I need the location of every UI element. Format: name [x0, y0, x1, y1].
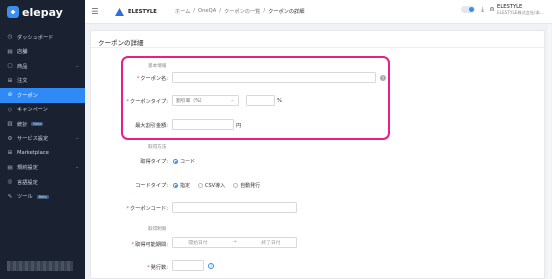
sidebar-item-6[interactable]: ▥ 統計 Beta: [0, 117, 85, 132]
sidebar: elepay ◷ ダッシュボード ▤ 店舗 ▢ 商品 ⌄ ⊞ 注文 ⊘ クーポン ◇ キャンペーン ▥ 統計…: [0, 0, 85, 279]
box-icon: ▢: [7, 63, 13, 70]
code-type-label: コードタイプ:: [135, 183, 168, 189]
period-range-picker[interactable]: 開始日付 → 終了日付: [172, 237, 297, 248]
store-icon: ▤: [7, 48, 13, 55]
acquire-method-heading: 取得方法: [148, 145, 167, 150]
sidebar-item-label: 言語設定: [17, 179, 38, 186]
code-type-auto-radio[interactable]: 自動発行: [233, 182, 260, 189]
sidebar-item-4[interactable]: ⊘ クーポン: [0, 88, 85, 103]
chevron-down-icon: ⌄: [75, 63, 79, 69]
breadcrumb-item[interactable]: ホーム: [175, 8, 190, 15]
wrench-icon: ✎: [7, 193, 13, 200]
sidebar-item-9[interactable]: ▤ 規約設定 ⌄: [0, 161, 85, 176]
issue-count-input[interactable]: [172, 260, 204, 271]
sidebar-item-label: クーポン: [17, 92, 38, 99]
radio-label: 自動発行: [240, 183, 261, 189]
grid-icon: ⊞: [7, 150, 13, 157]
user-menu[interactable]: ⍝ ELESTYLE ELESTYLE株式会社(本...: [490, 4, 544, 15]
elestyle-logo-icon: [115, 7, 124, 16]
beta-badge: Beta: [31, 122, 44, 127]
blurred-footer: [7, 261, 73, 271]
user-company: ELESTYLE株式会社(本...: [497, 10, 544, 15]
coupon-code-label: *クーポンコード:: [126, 206, 168, 212]
breadcrumb-item[interactable]: OneQA: [198, 8, 216, 15]
sidebar-item-7[interactable]: ⚙ サービス設定 ⌄: [0, 132, 85, 147]
radio-dot: [173, 159, 178, 164]
brand-logo[interactable]: elepay: [0, 0, 85, 24]
sidebar-item-label: 規約設定: [17, 165, 38, 172]
acquire-type-code-radio[interactable]: コード: [173, 158, 195, 165]
sidebar-item-label: Marketplace: [17, 150, 49, 157]
theme-toggle[interactable]: [461, 6, 476, 13]
cart-icon: ⊞: [7, 77, 13, 84]
sidebar-item-label: 商品: [17, 63, 28, 70]
sidebar-item-label: 注文: [17, 78, 28, 85]
radio-dot: [198, 183, 204, 188]
doc-icon: ▤: [7, 164, 13, 171]
radio-label: コード: [180, 159, 196, 165]
radio-dot: [233, 183, 239, 188]
globe-icon: ◎: [7, 179, 13, 186]
scrollbar[interactable]: [548, 24, 551, 279]
coupon-icon: ⊘: [7, 92, 13, 99]
radio-label: 指定: [180, 183, 191, 189]
brand-name: elepay: [22, 5, 63, 19]
sidebar-item-10[interactable]: ◎ 言語設定: [0, 175, 85, 190]
period-label: *取得可能期間:: [131, 242, 168, 248]
sidebar-nav: ◷ ダッシュボード ▤ 店舗 ▢ 商品 ⌄ ⊞ 注文 ⊘ クーポン ◇ キャンペーン ▥ 統計 Beta ⚙ サー…: [0, 30, 85, 204]
breadcrumb-separator: /: [219, 8, 221, 14]
sidebar-item-2[interactable]: ▢ 商品 ⌄: [0, 59, 85, 74]
start-date-placeholder[interactable]: 開始日付: [188, 239, 207, 246]
topbar-actions: ⤓ ⍝ ELESTYLE ELESTYLE株式会社(本...: [461, 4, 544, 15]
radio-label: CSV導入: [205, 183, 226, 189]
highlight-box: [121, 56, 390, 140]
page-title: クーポンの詳細: [91, 31, 544, 48]
tag-icon: ◇: [7, 106, 13, 113]
sidebar-item-label: キャンペーン: [17, 107, 48, 114]
sidebar-item-0[interactable]: ◷ ダッシュボード: [0, 30, 85, 45]
clock-icon: ◷: [7, 34, 13, 41]
breadcrumb-item[interactable]: クーポンの一覧: [224, 8, 260, 15]
end-date-placeholder[interactable]: 終了日付: [261, 239, 280, 246]
sidebar-item-label: 店舗: [17, 49, 28, 56]
chevron-down-icon: ⌄: [75, 165, 79, 171]
chevron-down-icon: ⌄: [75, 136, 79, 142]
sidebar-item-1[interactable]: ▤ 店舗: [0, 45, 85, 60]
sidebar-item-11[interactable]: ✎ ツール Beta: [0, 190, 85, 205]
sidebar-item-label: サービス設定: [17, 136, 49, 143]
issue-count-label: *発行数:: [147, 265, 168, 271]
coupon-code-input[interactable]: [172, 202, 297, 213]
sidebar-item-8[interactable]: ⊞ Marketplace: [0, 146, 85, 161]
acquire-type-label: 取得タイプ:: [140, 159, 168, 165]
acquire-type-radio-group: コード: [173, 158, 195, 165]
code-type-csv-radio[interactable]: CSV導入: [198, 182, 225, 189]
radio-dot: [173, 183, 178, 188]
breadcrumb-item: クーポンの詳細: [268, 9, 305, 15]
user-icon: ⍝: [489, 5, 495, 13]
code-type-fixed-radio[interactable]: 指定: [173, 182, 190, 189]
sidebar-item-label: 統計: [17, 121, 28, 128]
info-icon[interactable]: ?: [208, 263, 214, 269]
breadcrumb-separator: /: [263, 8, 266, 14]
sidebar-item-3[interactable]: ⊞ 注文: [0, 74, 85, 89]
range-arrow: →: [232, 240, 237, 245]
download-icon[interactable]: ⤓: [481, 6, 484, 14]
top-brand: ELESTYLE: [128, 8, 157, 15]
sidebar-item-label: ダッシュボード: [17, 34, 54, 41]
breadcrumb-separator: /: [193, 8, 196, 14]
topbar: ☰ ELESTYLE ホーム / OneQA / クーポンの一覧 / クーポンの詳細 ⤓ ⍝…: [85, 0, 552, 24]
gear-icon: ⚙: [7, 135, 13, 142]
limit-heading: 取得制限: [148, 227, 167, 232]
sidebar-item-label: ツール: [17, 194, 33, 201]
menu-toggle-icon[interactable]: ☰: [85, 0, 105, 24]
elepay-logo-icon: [7, 6, 19, 18]
chart-icon: ▥: [7, 121, 13, 128]
beta-badge: Beta: [36, 194, 49, 199]
code-type-radio-group: 指定 CSV導入 自動発行: [173, 182, 260, 189]
breadcrumb: ホーム / OneQA / クーポンの一覧 / クーポンの詳細: [175, 8, 305, 15]
sidebar-item-5[interactable]: ◇ キャンペーン: [0, 103, 85, 118]
